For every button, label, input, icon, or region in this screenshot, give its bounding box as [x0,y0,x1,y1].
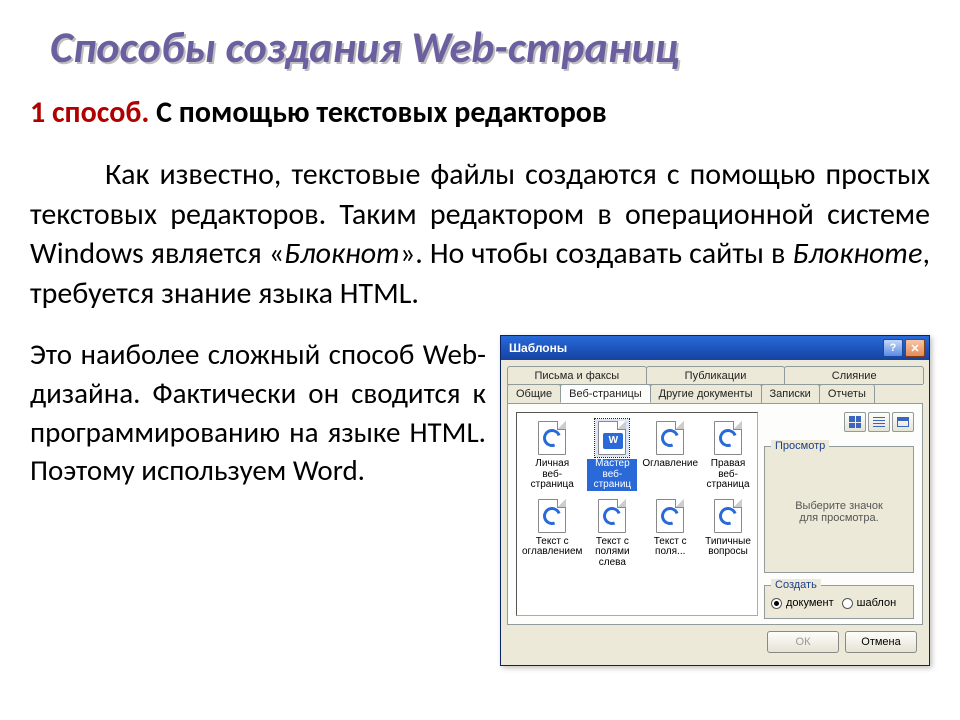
preview-legend: Просмотр [771,440,829,452]
word-icon: W [595,419,629,457]
preview-placeholder: Выберите значокдля просмотра. [771,458,907,566]
side-column: Просмотр Выберите значокдля просмотра. С… [764,412,914,616]
create-fieldset: Создать документ шаблон [764,579,914,619]
tab-отчеты[interactable]: Отчеты [819,384,875,403]
template-list[interactable]: Личнаявеб-страницаWМастервеб-страницОгла… [516,412,758,616]
tab-слияние[interactable]: Слияние [784,366,924,384]
create-legend: Создать [771,579,821,591]
templates-dialog-wrap: Шаблоны ? ✕ Письма и факсыПубликацииСлия… [500,335,930,666]
view-details-button[interactable] [892,412,914,432]
ie-page-icon [711,497,745,535]
tab-публикации[interactable]: Публикации [646,366,786,384]
tab-общие[interactable]: Общие [507,384,561,403]
window-buttons: ? ✕ [883,339,925,357]
tab-row-lower: ОбщиеВеб-страницыДругие документыЗаписки… [507,384,923,404]
ie-page-icon [653,497,687,535]
templates-dialog: Шаблоны ? ✕ Письма и факсыПубликацииСлия… [500,335,930,666]
template-item[interactable]: Текст соглавлением [521,497,583,569]
ie-page-icon [653,419,687,457]
bottom-row: Это наиболее сложный способ Web-дизайна.… [30,335,930,666]
ie-page-icon [711,419,745,457]
tab-записки[interactable]: Записки [761,384,820,403]
template-item[interactable]: WМастервеб-страниц [587,419,637,491]
create-option-шаблон[interactable]: шаблон [842,597,896,609]
template-label: Мастервеб-страниц [587,459,637,491]
create-option-документ[interactable]: документ [771,597,834,609]
template-item[interactable]: Оглавление [641,419,699,491]
subhead-number: 1 способ. [30,94,156,131]
ok-button[interactable]: ОК [767,631,839,653]
template-item[interactable]: Личнаявеб-страница [521,419,583,491]
template-item[interactable]: Текст сполями слева [587,497,637,569]
dialog-titlebar[interactable]: Шаблоны ? ✕ [501,336,929,360]
tab-другие-документы[interactable]: Другие документы [650,384,762,403]
slide: Способы создания Web-страниц 1 способ. С… [0,0,960,720]
tab-веб-страницы[interactable]: Веб-страницы [560,384,651,403]
slide-subtitle: 1 способ. С помощью текстовых редакторов [30,94,930,131]
dialog-body: Письма и факсыПубликацииСлияние ОбщиеВеб… [501,360,929,665]
ie-page-icon [595,497,629,535]
ie-page-icon [535,497,569,535]
template-item[interactable]: Праваявеб-страница [703,419,753,491]
radio-icon [842,598,853,609]
tab-row-upper: Письма и факсыПубликацииСлияние [507,366,923,385]
view-large-icons-button[interactable] [844,412,866,432]
paragraph-1: Как известно, текстовые файлы создаются … [30,155,930,313]
template-item[interactable]: Типичныевопросы [703,497,753,569]
template-label: Текст споля... [653,537,688,558]
template-label: Праваявеб-страница [703,459,753,491]
template-label: Оглавление [641,459,699,470]
template-label: Типичныевопросы [704,537,752,558]
template-item[interactable]: Текст споля... [641,497,699,569]
view-buttons [764,412,914,434]
dialog-title: Шаблоны [509,341,883,355]
view-list-button[interactable] [868,412,890,432]
help-button[interactable]: ? [883,339,903,357]
template-label: Текст сполями слева [587,537,637,569]
paragraph-2: Это наиболее сложный способ Web-дизайна.… [30,335,486,666]
preview-fieldset: Просмотр Выберите значокдля просмотра. [764,440,914,573]
tab-письма-и-факсы[interactable]: Письма и факсы [507,366,647,384]
template-label: Личнаявеб-страница [521,459,583,491]
close-button[interactable]: ✕ [905,339,925,357]
slide-title: Способы создания Web-страниц [50,20,930,74]
tab-panel: Личнаявеб-страницаWМастервеб-страницОгла… [507,403,923,625]
dialog-button-row: ОК Отмена [507,625,923,659]
cancel-button[interactable]: Отмена [845,631,917,653]
template-label: Текст соглавлением [521,537,583,558]
radio-icon [771,598,782,609]
ie-page-icon [535,419,569,457]
subhead-text: С помощью текстовых редакторов [156,94,607,131]
